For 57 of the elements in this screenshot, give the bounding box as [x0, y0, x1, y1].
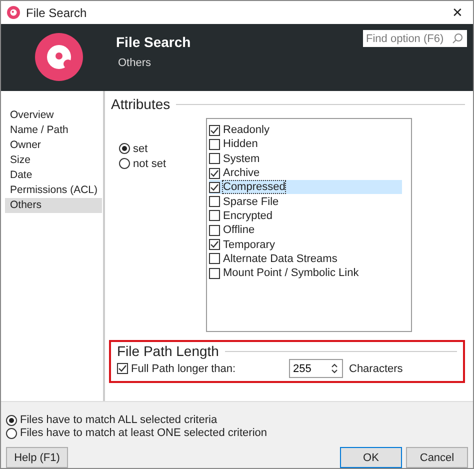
list-item[interactable]: Sparse File [223, 196, 279, 208]
dialog-button[interactable]: OK [340, 447, 402, 468]
sidebar-item[interactable]: Date [5, 168, 102, 183]
list-item[interactable]: System [223, 152, 260, 165]
close-button[interactable]: ✕ [448, 5, 467, 20]
radio-label: Files have to match at least ONE selected criterion [20, 427, 267, 439]
checkbox[interactable] [209, 168, 220, 179]
sidebar-item[interactable]: Overview [5, 108, 102, 123]
checkmark-icon [210, 126, 219, 135]
radio-button[interactable] [6, 414, 17, 426]
checkbox[interactable] [209, 153, 220, 164]
sidebar-item[interactable]: Owner [5, 138, 102, 153]
search-icon [452, 33, 463, 44]
checkbox[interactable] [209, 224, 220, 236]
sidebar-item[interactable]: Permissions (ACL) [5, 183, 102, 198]
list-item[interactable]: Offline [223, 224, 255, 236]
radio-button[interactable] [119, 143, 130, 154]
list-item[interactable]: Alternate Data Streams [223, 252, 338, 265]
list-item[interactable]: Hidden [223, 138, 258, 150]
sidebar-item[interactable]: Name / Path [5, 123, 102, 138]
checkbox-label: Full Path longer than: [131, 362, 237, 374]
checkbox[interactable] [209, 239, 220, 250]
checkbox[interactable] [209, 253, 220, 264]
checkbox[interactable] [209, 210, 220, 222]
list-item[interactable]: Temporary [223, 238, 275, 251]
section-title: Attributes [111, 96, 170, 112]
radio-button[interactable] [119, 158, 130, 169]
header-title: File Search [116, 34, 192, 50]
checkmark-icon [118, 364, 127, 373]
list-item[interactable]: Readonly [223, 124, 270, 136]
header-subtitle: Others [117, 57, 152, 69]
radio-button[interactable] [6, 428, 17, 438]
unit-label: Characters [349, 362, 403, 374]
checkbox[interactable] [117, 363, 128, 374]
app-logo-icon [34, 33, 82, 81]
checkbox[interactable] [209, 124, 220, 136]
checkbox[interactable] [209, 268, 220, 279]
radio-label: Files have to match ALL selected criteria [20, 414, 218, 426]
sidebar-item[interactable]: Others [5, 198, 102, 213]
checkbox[interactable] [209, 196, 220, 208]
list-item[interactable]: Mount Point / Symbolic Link [223, 267, 359, 280]
number-spinner[interactable]: 255 [289, 359, 343, 378]
dialog-button[interactable]: Cancel [406, 447, 468, 468]
window-title: File Search [26, 6, 88, 20]
list-item[interactable]: Encrypted [223, 210, 273, 222]
checkbox[interactable] [209, 182, 220, 193]
section-title: File Path Length [117, 343, 219, 359]
radio-label: set [133, 142, 148, 154]
list-item[interactable]: Archive [223, 167, 260, 180]
search-field[interactable]: Find option (F6) [363, 30, 467, 47]
sidebar-item[interactable]: Size [5, 153, 102, 168]
radio-label: not set [133, 158, 166, 170]
checkbox[interactable] [209, 138, 220, 150]
app-logo-icon [7, 6, 20, 19]
spin-arrows-icon [331, 363, 338, 374]
dialog-button[interactable]: Help (F1) [6, 447, 68, 468]
checkmark-icon [210, 240, 219, 250]
